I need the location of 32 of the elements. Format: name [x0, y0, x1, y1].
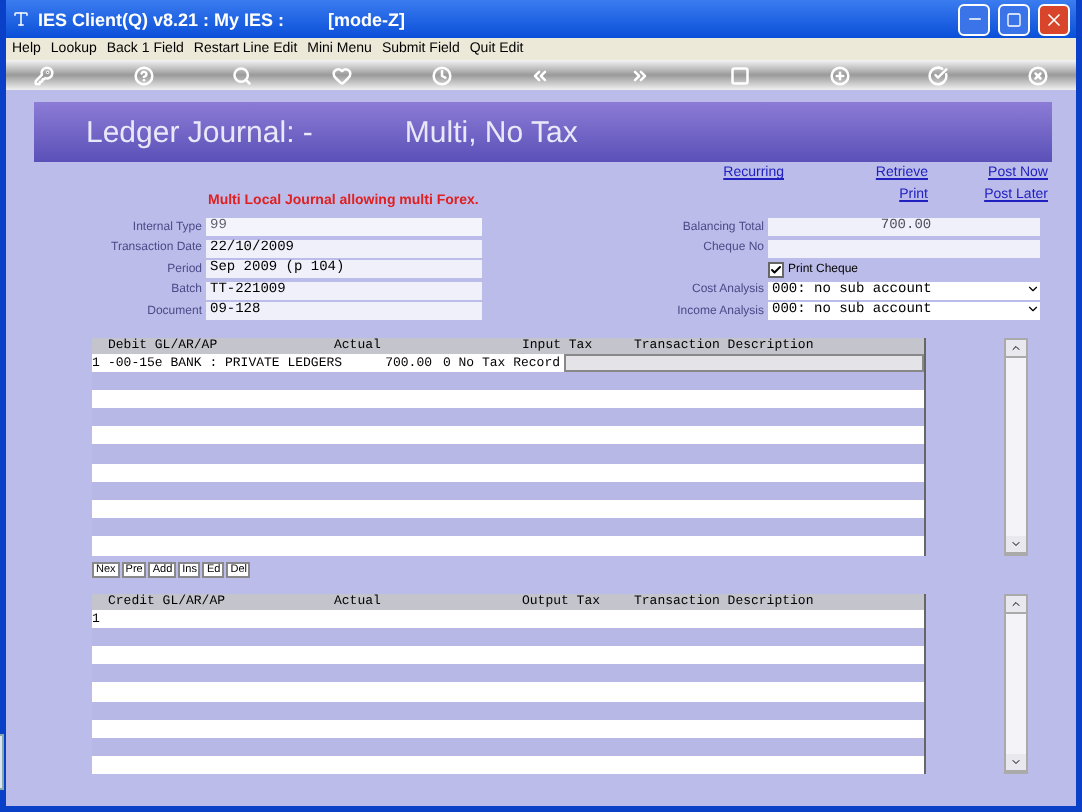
- window-title: IES Client(Q) v8.21 : My IES :: [38, 9, 285, 29]
- maximize-button[interactable]: [998, 3, 1030, 35]
- key-icon[interactable]: [34, 65, 54, 85]
- app-icon: [12, 10, 30, 28]
- grid-row[interactable]: [92, 518, 924, 537]
- grid-row[interactable]: [92, 426, 924, 445]
- grid-row[interactable]: [92, 756, 924, 775]
- double-left-icon[interactable]: [530, 65, 551, 85]
- page-subtitle: Multi, No Tax: [404, 115, 578, 149]
- double-right-icon[interactable]: [630, 65, 651, 85]
- heart-icon[interactable]: [332, 65, 353, 85]
- check-icon[interactable]: [928, 65, 949, 85]
- grid-row[interactable]: [92, 408, 924, 427]
- clock-icon[interactable]: [431, 65, 452, 85]
- page-title: Ledger Journal: -: [86, 115, 313, 149]
- close-button[interactable]: [1038, 3, 1070, 35]
- search-icon[interactable]: [232, 65, 253, 85]
- mode-label: [mode-Z]: [328, 9, 406, 29]
- checkbox[interactable]: [768, 261, 784, 278]
- plus-icon[interactable]: [829, 65, 849, 85]
- input-field[interactable]: [768, 239, 1040, 258]
- grid-row[interactable]: [92, 664, 924, 683]
- description-field[interactable]: [564, 353, 924, 372]
- square-icon[interactable]: [729, 65, 750, 85]
- help-icon[interactable]: [133, 65, 154, 85]
- grid-row[interactable]: [92, 500, 924, 519]
- minimize-button[interactable]: [958, 3, 990, 35]
- scrollbar[interactable]: [1004, 337, 1028, 556]
- maximize-icon[interactable]: [1006, 11, 1022, 27]
- close-icon[interactable]: [1027, 65, 1048, 85]
- scrollbar[interactable]: [1004, 593, 1028, 775]
- close-icon[interactable]: [1044, 9, 1064, 29]
